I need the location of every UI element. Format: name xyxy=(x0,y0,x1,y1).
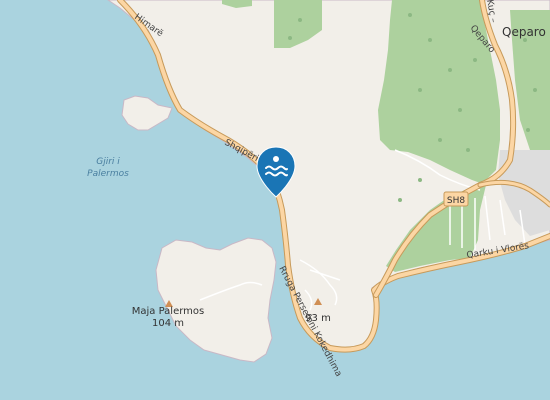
map-canvas: Himarë Shqipëri Rruga Persefoni Kokedhim… xyxy=(0,0,550,400)
svg-text:SH8: SH8 xyxy=(447,196,465,206)
bay-label-line1: Gjiri i xyxy=(96,157,120,167)
hill-elevation-label: 93 m xyxy=(305,313,331,324)
peak-elevation-label: 104 m xyxy=(152,318,184,329)
sh8-shield: SH8 xyxy=(443,191,469,207)
town-label-qeparo: Qeparo xyxy=(502,25,546,39)
bay-label-line2: Palermos xyxy=(87,169,129,179)
map-view[interactable]: Himarë Shqipëri Rruga Persefoni Kokedhim… xyxy=(0,0,550,400)
peak-name-label: Maja Palermos xyxy=(132,306,205,317)
